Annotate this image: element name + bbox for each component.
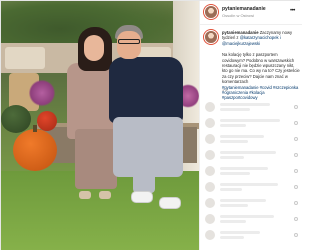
comment-text-blurred (220, 103, 270, 106)
post-sidebar: pytaniemanadanie Ossolin w Ostrowi ••• p… (199, 1, 302, 250)
heart-icon[interactable] (294, 233, 298, 237)
caption-username[interactable]: pytaniemanadanie (222, 30, 259, 35)
heart-icon[interactable] (294, 137, 298, 141)
comment-meta-blurred (220, 108, 250, 111)
photo-cushion (5, 47, 45, 69)
comment-text-blurred (220, 135, 264, 138)
heart-icon[interactable] (294, 153, 298, 157)
caption-avatar[interactable] (205, 31, 217, 43)
photo-woman-legs (75, 129, 117, 189)
photo-man-shoe (131, 191, 153, 203)
profile-avatar[interactable] (205, 6, 217, 18)
comment-avatar[interactable] (205, 214, 215, 224)
comment-text-blurred (220, 231, 260, 234)
heart-icon[interactable] (294, 121, 298, 125)
heart-icon[interactable] (294, 201, 298, 205)
post-photo[interactable] (1, 1, 199, 250)
comment-meta-blurred (220, 188, 242, 191)
comment-text-blurred (220, 183, 278, 186)
post-location[interactable]: Ossolin w Ostrowi (222, 13, 254, 18)
photo-pumpkin-red (37, 111, 57, 131)
comment-avatar[interactable] (205, 198, 215, 208)
comment-avatar[interactable] (205, 230, 215, 240)
comment-text-blurred (220, 119, 280, 122)
comment-row[interactable] (204, 133, 300, 146)
comment-meta-blurred (220, 220, 246, 223)
photo-pumpkin-orange (13, 129, 57, 171)
photo-woman-face (84, 35, 104, 61)
comment-meta-blurred (220, 124, 246, 127)
comment-meta-blurred (220, 236, 244, 239)
photo-pumpkin-green (1, 105, 31, 133)
heart-icon[interactable] (294, 217, 298, 221)
photo-man (109, 57, 183, 123)
comment-row[interactable] (204, 213, 300, 226)
comment-row[interactable] (204, 197, 300, 210)
photo-flowers (29, 79, 55, 107)
photo-man-shoe (159, 197, 181, 209)
comment-row[interactable] (204, 181, 300, 194)
comment-text-blurred (220, 151, 276, 154)
photo-man-glasses (118, 39, 140, 44)
photo-pumpkin-stem (33, 125, 37, 132)
comment-row[interactable] (204, 117, 300, 130)
comment-text-blurred (220, 215, 274, 218)
comment-text-blurred (220, 199, 266, 202)
caption-time: 1 d. (222, 88, 229, 92)
heart-icon[interactable] (294, 105, 298, 109)
photo-man-face (117, 31, 141, 59)
post-username[interactable]: pytaniemanadanie (222, 6, 266, 12)
comment-text-blurred (220, 167, 268, 170)
comment-avatar[interactable] (205, 182, 215, 192)
comment-meta-blurred (220, 140, 248, 143)
comment-avatar[interactable] (205, 134, 215, 144)
comment-avatar[interactable] (205, 102, 215, 112)
comment-meta-blurred (220, 204, 248, 207)
comment-row[interactable] (204, 165, 300, 178)
caption-paragraph: Na kolację tylko z paszportem covidowym?… (222, 52, 300, 85)
heart-icon[interactable] (294, 185, 298, 189)
comment-row[interactable] (204, 149, 300, 162)
photo-woman-shoe (79, 191, 91, 199)
comment-row[interactable] (204, 101, 300, 114)
comment-avatar[interactable] (205, 118, 215, 128)
more-options-icon[interactable]: ••• (290, 8, 295, 14)
caption-hashtags[interactable]: #pytaniemanadanie #covid #szczepionka #o… (222, 85, 300, 101)
photo-woman-shoe (99, 191, 111, 199)
comment-avatar[interactable] (205, 166, 215, 176)
comment-avatar[interactable] (205, 150, 215, 160)
comment-row[interactable] (204, 229, 300, 242)
post-header: pytaniemanadanie Ossolin w Ostrowi ••• (200, 1, 302, 25)
post-caption: pytaniemanadanie Zaczynamy nowy tydzień … (222, 30, 300, 101)
heart-icon[interactable] (294, 169, 298, 173)
instagram-post: pytaniemanadanie Ossolin w Ostrowi ••• p… (0, 0, 302, 250)
comment-meta-blurred (220, 156, 244, 159)
comment-meta-blurred (220, 172, 250, 175)
photo-man-leg (133, 151, 155, 193)
